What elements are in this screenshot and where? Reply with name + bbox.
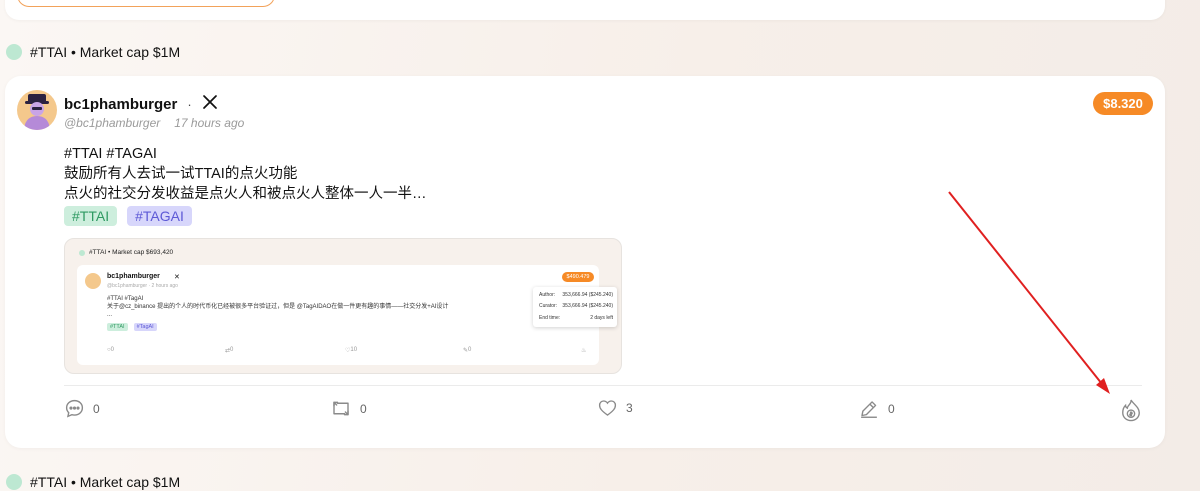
ignite-icon xyxy=(1120,398,1142,422)
edit-count: 0 xyxy=(888,401,895,416)
embed-header: #TTAI • Market cap $693,420 xyxy=(89,249,174,256)
like-button[interactable]: 3 xyxy=(597,398,633,418)
comment-count: 0 xyxy=(93,401,100,416)
previous-post-card xyxy=(5,0,1165,20)
post-line: 鼓励所有人去试一试TTAI的点火功能 xyxy=(64,166,298,182)
embedded-screenshot[interactable]: #TTAI • Market cap $693,420 bc1phamburge… xyxy=(64,238,622,374)
group-label-bottom[interactable]: #TTAI • Market cap $1M xyxy=(6,474,180,490)
group-label-text: #TTAI • Market cap $1M xyxy=(30,44,181,60)
retweet-count: 0 xyxy=(360,401,367,416)
embed-line: ... xyxy=(107,312,113,318)
embed-meta: @bc1phamburger · 2 hours ago xyxy=(107,283,178,289)
author-handle: @bc1phamburger xyxy=(64,116,161,130)
embed-x-logo-icon: ✕ xyxy=(174,274,180,281)
embed-tag-ttai: #TTAI xyxy=(107,323,128,331)
embed-line: #TTAI #TagAI xyxy=(107,296,144,302)
comment-icon xyxy=(64,398,85,419)
edit-button[interactable]: 0 xyxy=(858,398,895,419)
embed-price-badge: $490.479 xyxy=(562,272,594,282)
x-logo-icon[interactable] xyxy=(202,94,218,115)
embed-like-count: ♡ 10 xyxy=(345,347,358,354)
tag-ttai[interactable]: #TTAI xyxy=(64,206,118,226)
embed-reward-tooltip: Author: 353,666.94 ($245.240) Curator: 353… xyxy=(533,287,617,327)
separator: · xyxy=(187,97,192,112)
divider xyxy=(64,385,1142,386)
group-label-text: #TTAI • Market cap $1M xyxy=(30,474,181,490)
token-dot-icon xyxy=(79,249,85,256)
price-badge[interactable]: $8.320 xyxy=(1093,92,1153,115)
embed-avatar xyxy=(85,273,101,289)
embed-edit-count: ✎ 0 xyxy=(463,347,472,354)
post-content: #TTAI #TAGAI 鼓励所有人去试一试TTAI的点火功能 点火的社交分发收… xyxy=(64,144,427,204)
embed-retweet-count: ⇄ 0 xyxy=(225,347,234,354)
embed-card: bc1phamburger ✕ @bc1phamburger · 2 hours… xyxy=(77,265,599,365)
retweet-icon xyxy=(330,398,352,419)
comment-button[interactable]: 0 xyxy=(64,398,100,419)
token-dot-icon xyxy=(6,474,22,490)
retweet-button[interactable]: 0 xyxy=(330,398,367,419)
post-card: bc1phamburger · @bc1phamburger 17 hours a… xyxy=(5,76,1165,448)
post-line: 点火的社交分发收益是点火人和被点火人整体一人一半… xyxy=(64,186,427,202)
group-label-top[interactable]: #TTAI • Market cap $1M xyxy=(6,44,180,60)
post-time: 17 hours ago xyxy=(174,116,245,130)
embed-author: bc1phamburger xyxy=(107,273,160,280)
previous-post-button[interactable] xyxy=(17,0,275,7)
like-count: 3 xyxy=(626,401,633,415)
post-line: #TTAI #TAGAI xyxy=(64,146,157,162)
embed-comment-count: ○ 0 xyxy=(107,347,114,353)
embed-tag-tagai: #TagAI xyxy=(133,323,157,331)
action-bar: 0 0 3 0 xyxy=(64,398,1142,422)
author-name[interactable]: bc1phamburger xyxy=(64,96,177,113)
token-dot-icon xyxy=(6,44,22,60)
tag-tagai[interactable]: #TAGAI xyxy=(127,206,192,226)
edit-icon xyxy=(858,398,880,419)
heart-icon xyxy=(597,398,618,418)
embed-ignite-icon: ♨ xyxy=(581,348,587,354)
embed-line: 关于@cz_binance 提出的个人的时代币化已经被很多平台验证过，但是 @T… xyxy=(107,304,449,310)
avatar[interactable] xyxy=(17,90,57,130)
ignite-button[interactable] xyxy=(1120,398,1142,422)
